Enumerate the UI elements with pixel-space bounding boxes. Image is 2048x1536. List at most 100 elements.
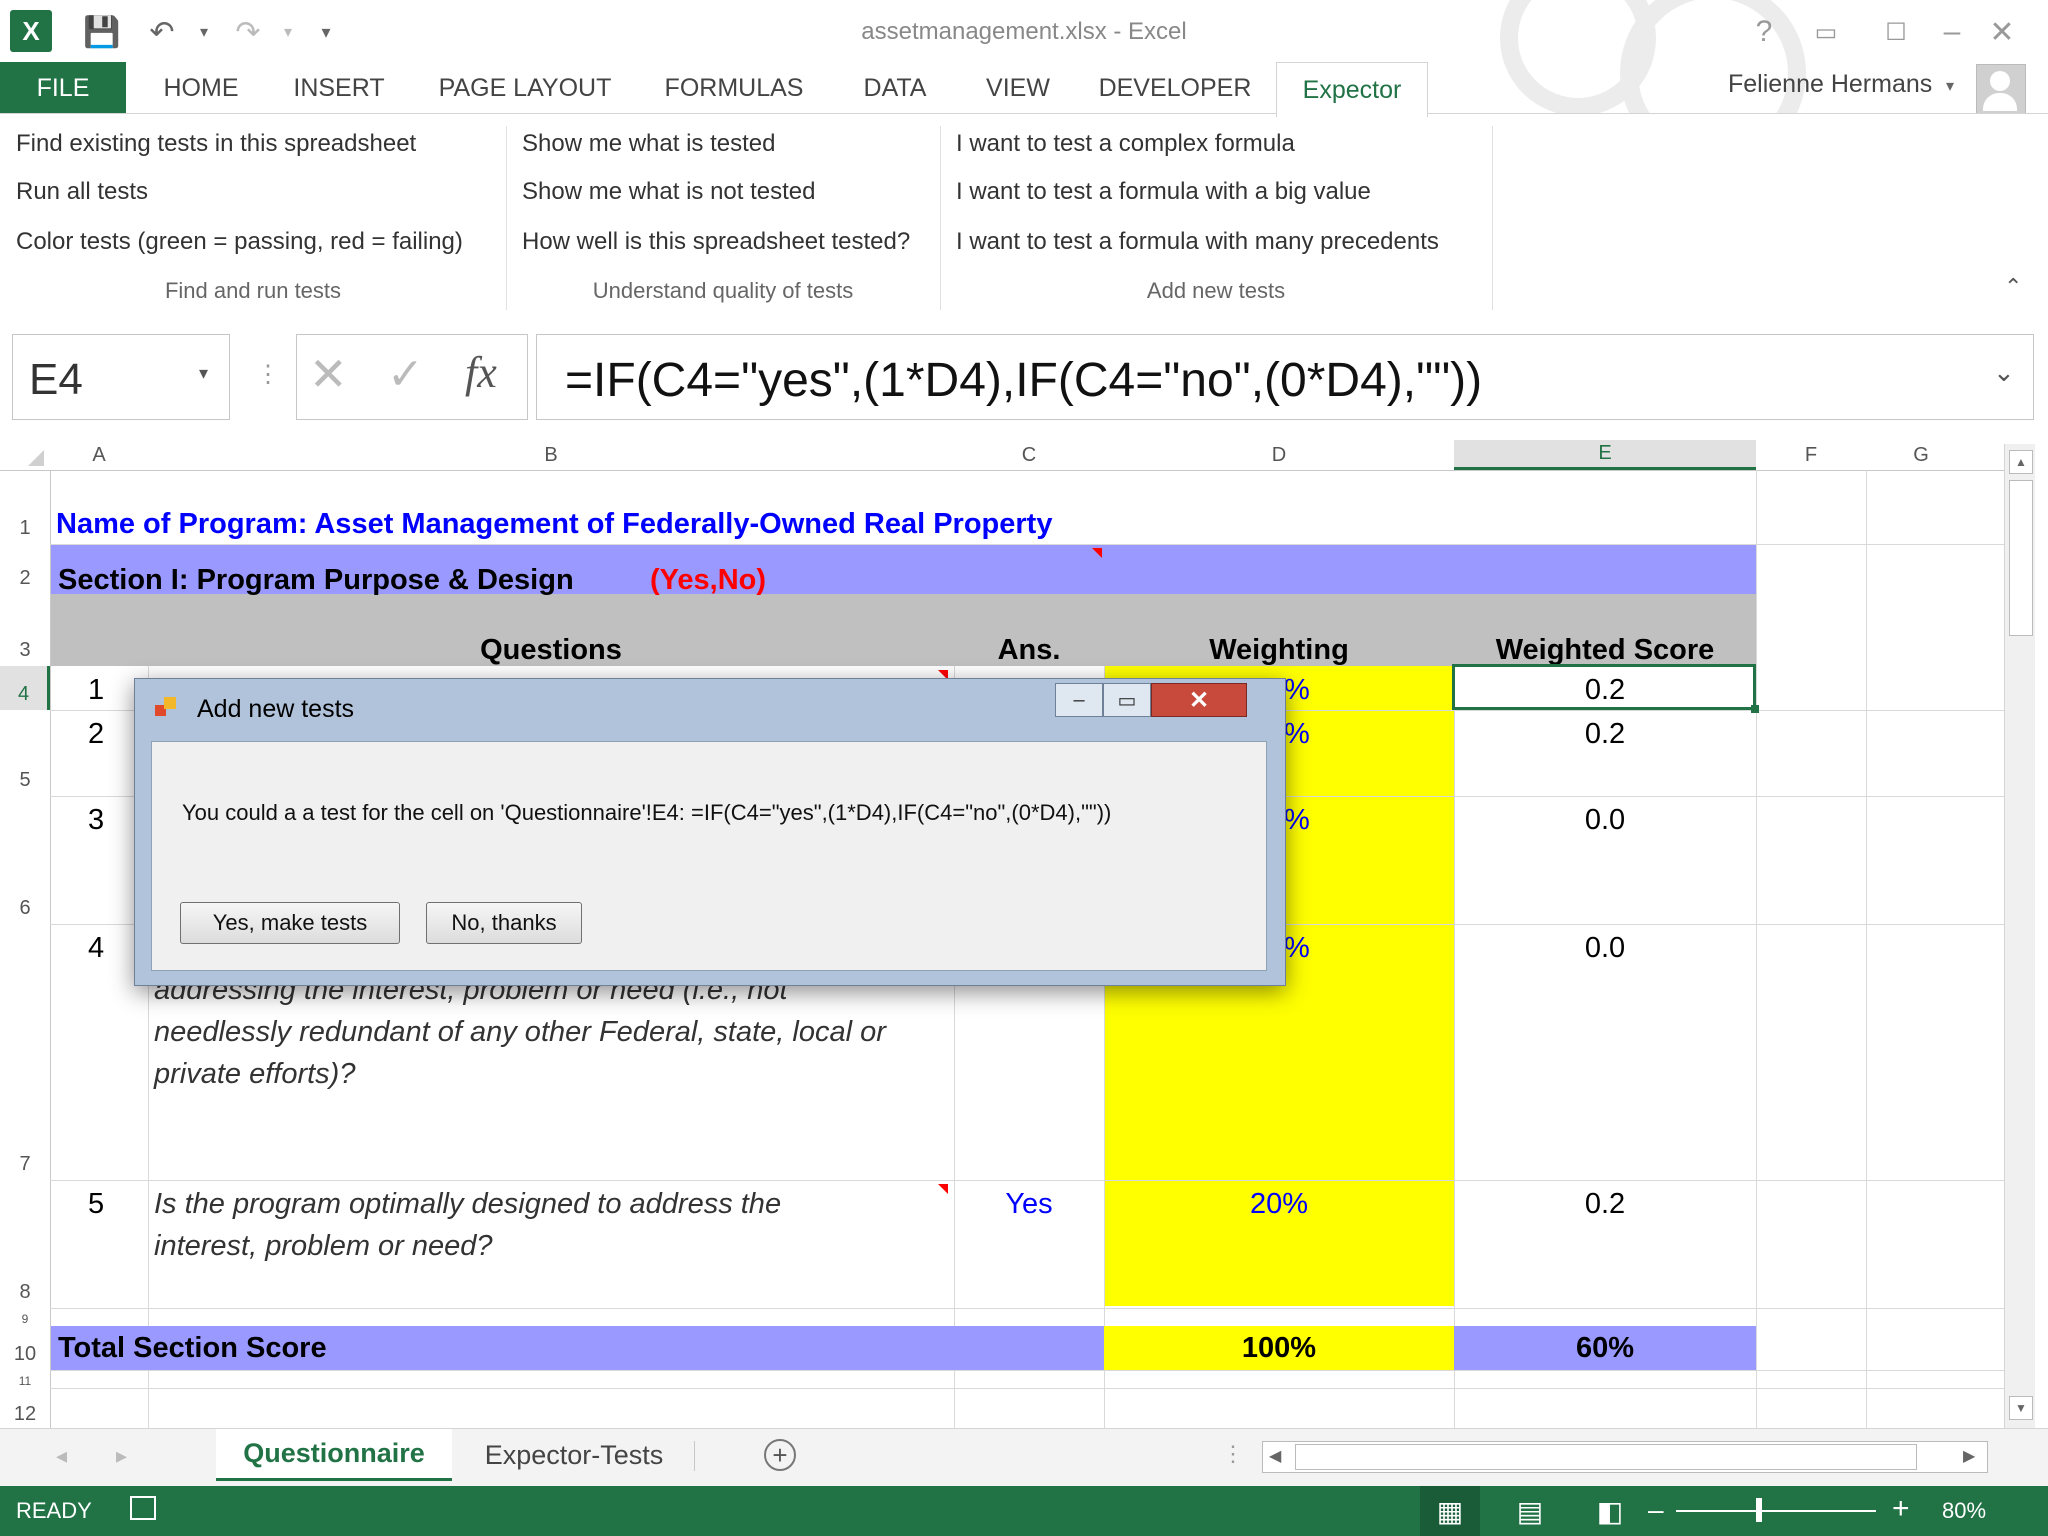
scroll-right-icon[interactable]: ▶	[1963, 1446, 1975, 1466]
horizontal-scrollbar[interactable]: ◀ ▶	[1262, 1441, 1988, 1473]
answer-value[interactable]: Yes	[954, 1188, 1104, 1221]
vertical-scrollbar[interactable]: ▲ ▼	[2004, 444, 2035, 1428]
weighted-score-value[interactable]: 0.2	[1454, 718, 1756, 751]
show-tested-button[interactable]: Show me what is tested	[522, 130, 775, 158]
weighting-value[interactable]: %	[1284, 718, 1310, 751]
tab-view[interactable]: VIEW	[974, 62, 1062, 114]
weighting-value[interactable]: %	[1284, 932, 1310, 965]
yes-make-tests-button[interactable]: Yes, make tests	[180, 902, 400, 944]
question-text-line[interactable]: Is the program optimally designed to add…	[154, 1188, 781, 1221]
column-header-f[interactable]: F	[1756, 440, 1866, 470]
weighted-score-value[interactable]: 0.2	[1454, 1188, 1756, 1221]
tab-page-layout[interactable]: PAGE LAYOUT	[430, 62, 620, 114]
dialog-close-icon[interactable]: ✕	[1151, 683, 1247, 717]
sheet-tab-questionnaire[interactable]: Questionnaire	[216, 1429, 452, 1481]
vertical-scroll-thumb[interactable]	[2009, 480, 2033, 636]
row-header-6[interactable]: 6	[0, 796, 50, 924]
scroll-up-icon[interactable]: ▲	[2009, 450, 2033, 474]
program-name-label[interactable]: Name of Program: Asset Management of Fed…	[56, 508, 1052, 541]
weighting-value[interactable]: %	[1284, 804, 1310, 837]
zoom-out-icon[interactable]: –	[1648, 1494, 1664, 1526]
zoom-slider[interactable]	[1676, 1510, 1876, 1512]
row-header-8[interactable]: 8	[0, 1180, 50, 1308]
name-box-dropdown-icon[interactable]: ▾	[199, 363, 208, 384]
insert-function-icon[interactable]: fx	[465, 347, 497, 398]
name-box[interactable]: E4 ▾	[12, 334, 230, 420]
row-header-4[interactable]: 4	[0, 666, 50, 710]
column-header-b[interactable]: B	[148, 440, 954, 470]
find-existing-tests-button[interactable]: Find existing tests in this spreadsheet	[16, 130, 416, 158]
row-header-10[interactable]: 10	[0, 1326, 50, 1370]
help-icon[interactable]: ?	[1738, 10, 1790, 54]
section-title[interactable]: Section I: Program Purpose & Design	[58, 564, 574, 597]
header-ans[interactable]: Ans.	[954, 634, 1104, 667]
scroll-tabs-left-icon[interactable]: ◂	[56, 1443, 67, 1469]
tab-expector[interactable]: Expector	[1276, 62, 1428, 117]
scroll-down-icon[interactable]: ▼	[2009, 1396, 2033, 1420]
scroll-tabs-right-icon[interactable]: ▸	[116, 1443, 127, 1469]
row-header-9[interactable]: 9	[0, 1308, 50, 1326]
tab-file[interactable]: FILE	[0, 62, 126, 114]
sheet-tab-expector-tests[interactable]: Expector-Tests	[458, 1429, 690, 1481]
column-header-e[interactable]: E	[1454, 440, 1756, 470]
zoom-level[interactable]: 80%	[1942, 1498, 1986, 1524]
test-complex-formula-button[interactable]: I want to test a complex formula	[956, 130, 1295, 158]
color-tests-button[interactable]: Color tests (green = passing, red = fail…	[16, 228, 463, 256]
macro-recording-icon[interactable]	[130, 1496, 156, 1520]
tab-data[interactable]: DATA	[848, 62, 942, 114]
header-weighting[interactable]: Weighting	[1104, 634, 1454, 667]
test-many-precedents-button[interactable]: I want to test a formula with many prece…	[956, 228, 1439, 256]
cancel-icon[interactable]: ✕	[309, 347, 348, 401]
question-number[interactable]: 2	[88, 718, 104, 751]
column-header-d[interactable]: D	[1104, 440, 1454, 470]
scroll-left-icon[interactable]: ◀	[1269, 1446, 1281, 1466]
row-header-12[interactable]: 12	[0, 1388, 50, 1430]
column-header-c[interactable]: C	[954, 440, 1104, 470]
page-break-preview-icon[interactable]: ◧	[1580, 1486, 1640, 1536]
horizontal-scroll-thumb[interactable]	[1295, 1444, 1917, 1470]
question-text-line[interactable]: private efforts)?	[154, 1058, 355, 1091]
question-number[interactable]: 1	[88, 674, 104, 707]
new-sheet-icon[interactable]: +	[764, 1439, 796, 1471]
weighting-value[interactable]: %	[1284, 674, 1310, 707]
dialog-maximize-icon[interactable]: ▭	[1103, 683, 1151, 717]
weighting-value[interactable]: 20%	[1104, 1188, 1454, 1221]
zoom-in-icon[interactable]: +	[1892, 1492, 1910, 1526]
show-not-tested-button[interactable]: Show me what is not tested	[522, 178, 815, 206]
question-number[interactable]: 5	[88, 1188, 104, 1221]
total-score-value[interactable]: 60%	[1454, 1332, 1756, 1365]
user-avatar-icon[interactable]	[1976, 64, 2026, 114]
user-name[interactable]: Felienne Hermans	[1728, 70, 1932, 99]
question-text-line[interactable]: interest, problem or need?	[154, 1230, 493, 1263]
weighted-score-value[interactable]: 0.0	[1454, 932, 1756, 965]
fill-handle[interactable]	[1751, 705, 1759, 713]
maximize-icon[interactable]: ☐	[1870, 10, 1922, 54]
ribbon-display-options-icon[interactable]: ▭	[1800, 10, 1852, 54]
total-weight-value[interactable]: 100%	[1104, 1332, 1454, 1365]
row-header-7[interactable]: 7	[0, 924, 50, 1180]
section-note[interactable]: (Yes,No)	[650, 564, 766, 597]
enter-icon[interactable]: ✓	[387, 349, 424, 400]
tab-formulas[interactable]: FORMULAS	[654, 62, 814, 114]
expand-formula-bar-icon[interactable]: ⌄	[1993, 357, 2015, 388]
question-text-line[interactable]: needlessly redundant of any other Federa…	[154, 1016, 886, 1049]
tab-insert[interactable]: INSERT	[282, 62, 396, 114]
split-grip-icon[interactable]: ⋮	[1222, 1441, 1244, 1467]
question-number[interactable]: 3	[88, 804, 104, 837]
row-header-2[interactable]: 2	[0, 544, 50, 594]
question-number[interactable]: 4	[88, 932, 104, 965]
column-header-a[interactable]: A	[50, 440, 148, 470]
normal-view-icon[interactable]: ▦	[1420, 1486, 1480, 1536]
no-thanks-button[interactable]: No, thanks	[426, 902, 582, 944]
tab-developer[interactable]: DEVELOPER	[1096, 62, 1254, 114]
selected-cell-e4[interactable]	[1452, 664, 1756, 710]
header-questions[interactable]: Questions	[148, 634, 954, 667]
test-big-value-button[interactable]: I want to test a formula with a big valu…	[956, 178, 1371, 206]
select-all-corner-icon[interactable]	[28, 450, 44, 466]
close-icon[interactable]: ✕	[1976, 10, 2028, 54]
formula-input[interactable]: =IF(C4="yes",(1*D4),IF(C4="no",(0*D4),""…	[536, 334, 2034, 420]
total-section-label[interactable]: Total Section Score	[58, 1332, 327, 1365]
zoom-slider-thumb[interactable]	[1756, 1498, 1762, 1522]
column-header-g[interactable]: G	[1866, 440, 1976, 470]
tab-home[interactable]: HOME	[150, 62, 252, 114]
